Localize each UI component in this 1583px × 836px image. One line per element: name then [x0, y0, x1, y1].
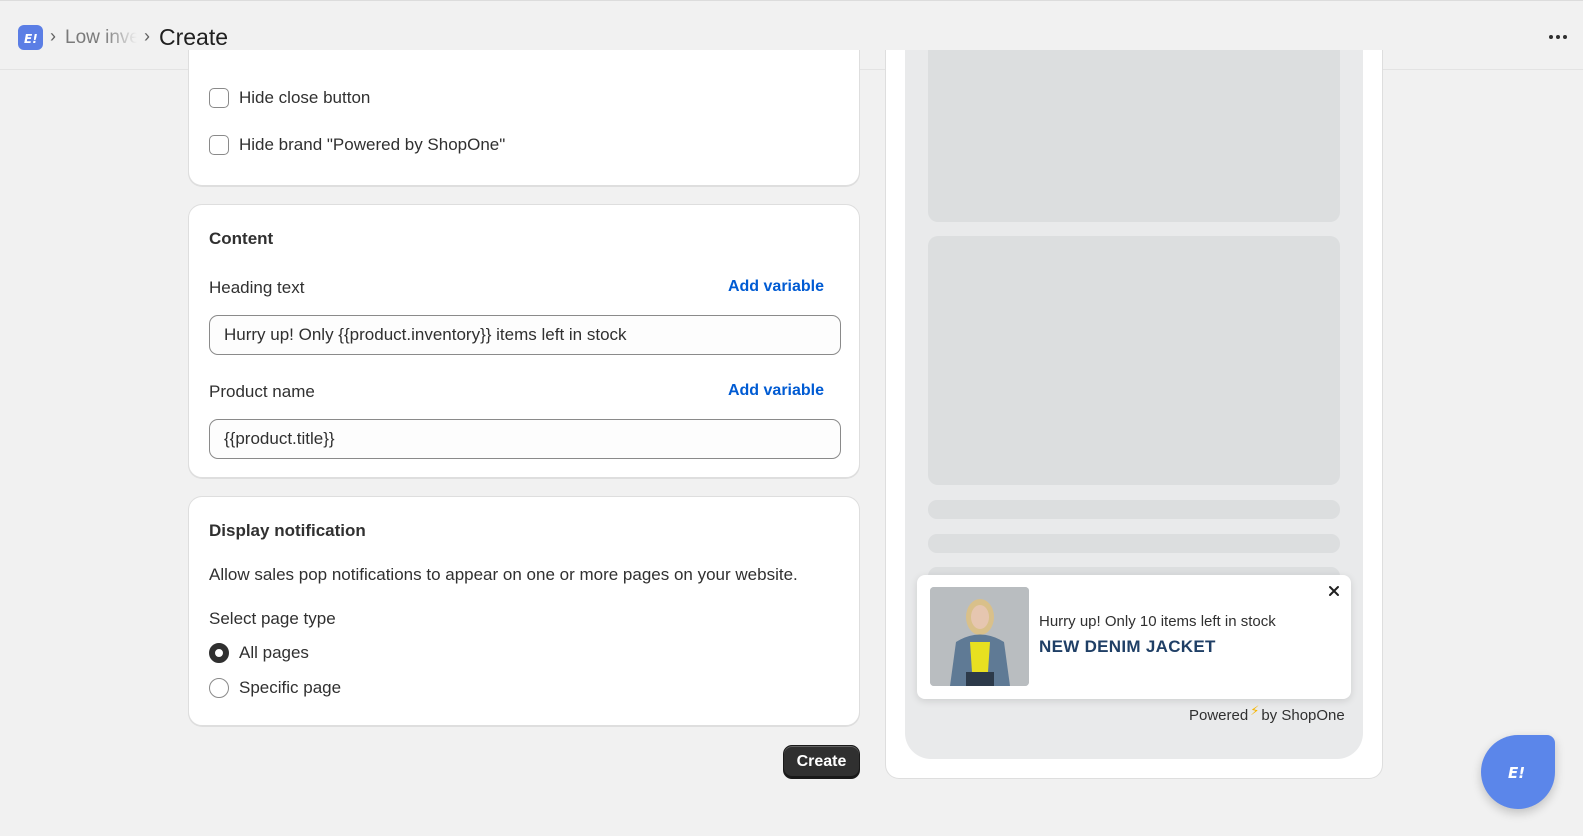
- hide-brand-option[interactable]: Hide brand "Powered by ShopOne": [209, 135, 505, 155]
- all-pages-radio[interactable]: [209, 643, 229, 663]
- hide-close-button-checkbox[interactable]: [209, 88, 229, 108]
- notification-product-name[interactable]: NEW DENIM JACKET: [1039, 637, 1216, 657]
- all-pages-option[interactable]: All pages: [209, 643, 309, 663]
- page-title: Create: [159, 24, 229, 50]
- svg-text:E!: E!: [1508, 764, 1525, 780]
- hide-close-button-label: Hide close button: [239, 88, 371, 107]
- product-image: [930, 587, 1029, 686]
- heading-add-variable-button[interactable]: Add variable: [728, 278, 824, 296]
- close-icon[interactable]: [1327, 584, 1341, 598]
- product-name-input[interactable]: [209, 419, 841, 459]
- display-notification-description: Allow sales pop notifications to appear …: [209, 565, 798, 584]
- all-pages-label: All pages: [239, 643, 309, 662]
- heading-text-input[interactable]: [209, 315, 841, 355]
- product-add-variable-button[interactable]: Add variable: [728, 382, 824, 400]
- sales-pop-notification[interactable]: Hurry up! Only 10 items left in stock NE…: [917, 575, 1351, 699]
- powered-prefix: Powered: [1189, 707, 1249, 724]
- skeleton-block: [928, 50, 1340, 222]
- hide-brand-label: Hide brand "Powered by ShopOne": [239, 135, 506, 154]
- hide-close-button-option[interactable]: Hide close button: [209, 88, 370, 108]
- specific-page-radio[interactable]: [209, 678, 229, 698]
- content-title: Content: [209, 229, 274, 248]
- powered-by-brand: Powered ⚡ by ShopOne: [1189, 703, 1345, 724]
- breadcrumb-parent-link[interactable]: Low inventory: [65, 27, 137, 49]
- product-name-label: Product name: [209, 382, 315, 401]
- chat-launcher-button[interactable]: E!: [1481, 735, 1555, 809]
- skeleton-line: [928, 534, 1340, 553]
- select-page-type-label: Select page type: [209, 609, 336, 628]
- chevron-right-icon: ›: [50, 26, 56, 46]
- display-notification-title: Display notification: [209, 521, 366, 540]
- display-options-card: Hide close button Hide brand "Powered by…: [188, 50, 860, 186]
- skeleton-line: [928, 500, 1340, 519]
- app-logo-icon[interactable]: E!: [18, 25, 43, 50]
- skeleton-block: [928, 236, 1340, 485]
- create-button[interactable]: Create: [783, 745, 860, 779]
- specific-page-label: Specific page: [239, 678, 342, 697]
- chevron-right-icon: ›: [144, 26, 150, 46]
- powered-suffix: by ShopOne: [1261, 707, 1345, 724]
- display-notification-card: Display notification Allow sales pop not…: [188, 496, 860, 726]
- hide-brand-checkbox[interactable]: [209, 135, 229, 155]
- app-logo-icon: E!: [1508, 764, 1525, 780]
- svg-text:E!: E!: [24, 32, 38, 44]
- heading-text-label: Heading text: [209, 278, 305, 297]
- lightning-icon: ⚡: [1250, 703, 1260, 718]
- notification-heading: Hurry up! Only 10 items left in stock: [1039, 613, 1276, 630]
- content-card: Content Heading text Add variable Produc…: [188, 204, 860, 478]
- more-horizontal-icon[interactable]: [1549, 35, 1567, 39]
- specific-page-option[interactable]: Specific page: [209, 678, 341, 698]
